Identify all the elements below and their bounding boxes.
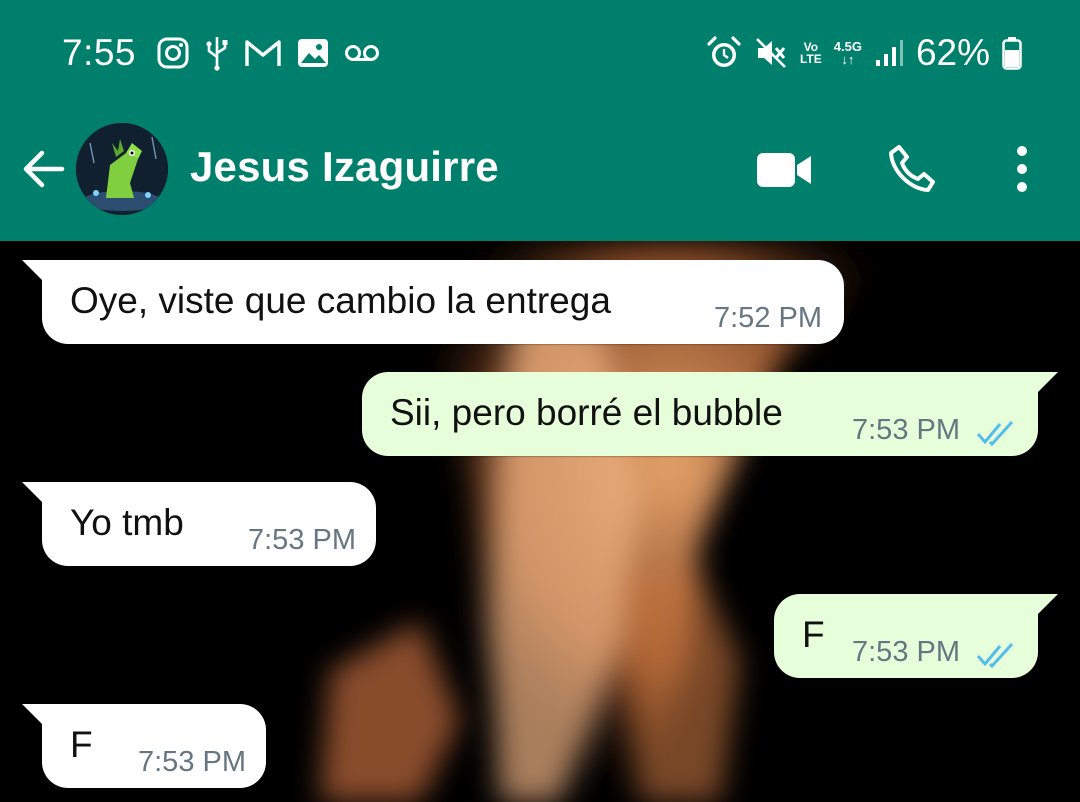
instagram-icon xyxy=(156,33,190,73)
message-outgoing[interactable]: F 7:53 PM xyxy=(774,594,1058,678)
battery-percent: 62% xyxy=(915,32,990,73)
message-time: 7:53 PM xyxy=(852,636,960,668)
status-time: 7:55 xyxy=(62,32,137,73)
chat-header: Jesus Izaguirre xyxy=(0,105,1080,241)
message-outgoing[interactable]: Sii, pero borré el bubble 7:53 PM xyxy=(362,372,1058,456)
usb-icon xyxy=(204,33,230,73)
message-text: Sii, pero borré el bubble xyxy=(390,392,783,433)
message-time: 7:53 PM xyxy=(138,746,246,778)
message-time: 7:52 PM xyxy=(714,302,822,334)
read-receipt-icon xyxy=(976,420,1014,446)
mute-icon xyxy=(754,33,788,73)
more-options-icon[interactable] xyxy=(1010,143,1034,195)
gmail-icon xyxy=(244,33,282,73)
message-incoming[interactable]: F 7:53 PM xyxy=(22,704,266,788)
voicemail-icon xyxy=(344,33,380,73)
message-text: Yo tmb xyxy=(70,502,184,543)
contact-avatar[interactable] xyxy=(76,123,168,215)
message-time: 7:53 PM xyxy=(852,414,960,446)
message-time: 7:53 PM xyxy=(248,524,356,556)
read-receipt-icon xyxy=(976,642,1014,668)
back-arrow-icon[interactable] xyxy=(20,145,68,193)
message-incoming[interactable]: Yo tmb 7:53 PM xyxy=(22,482,376,566)
message-list[interactable]: Oye, viste que cambio la entrega 7:52 PM… xyxy=(0,241,1080,802)
video-call-icon[interactable] xyxy=(755,147,813,193)
phone-icon[interactable] xyxy=(885,143,937,195)
volte-indicator: Vo LTE xyxy=(799,40,822,66)
alarm-icon xyxy=(706,33,742,73)
gallery-icon xyxy=(296,33,330,73)
battery-icon xyxy=(1002,33,1022,73)
message-text: Oye, viste que cambio la entrega xyxy=(70,280,611,321)
network-indicator: 4.5G ↓↑ xyxy=(833,39,862,67)
contact-name[interactable]: Jesus Izaguirre xyxy=(190,143,499,191)
signal-icon xyxy=(874,33,904,73)
message-text: F xyxy=(70,724,93,765)
message-text: F xyxy=(802,614,825,655)
message-incoming[interactable]: Oye, viste que cambio la entrega 7:52 PM xyxy=(22,260,844,344)
status-bar: 7:55 Vo LTE 4.5G ↓↑ 62% xyxy=(0,0,1080,105)
